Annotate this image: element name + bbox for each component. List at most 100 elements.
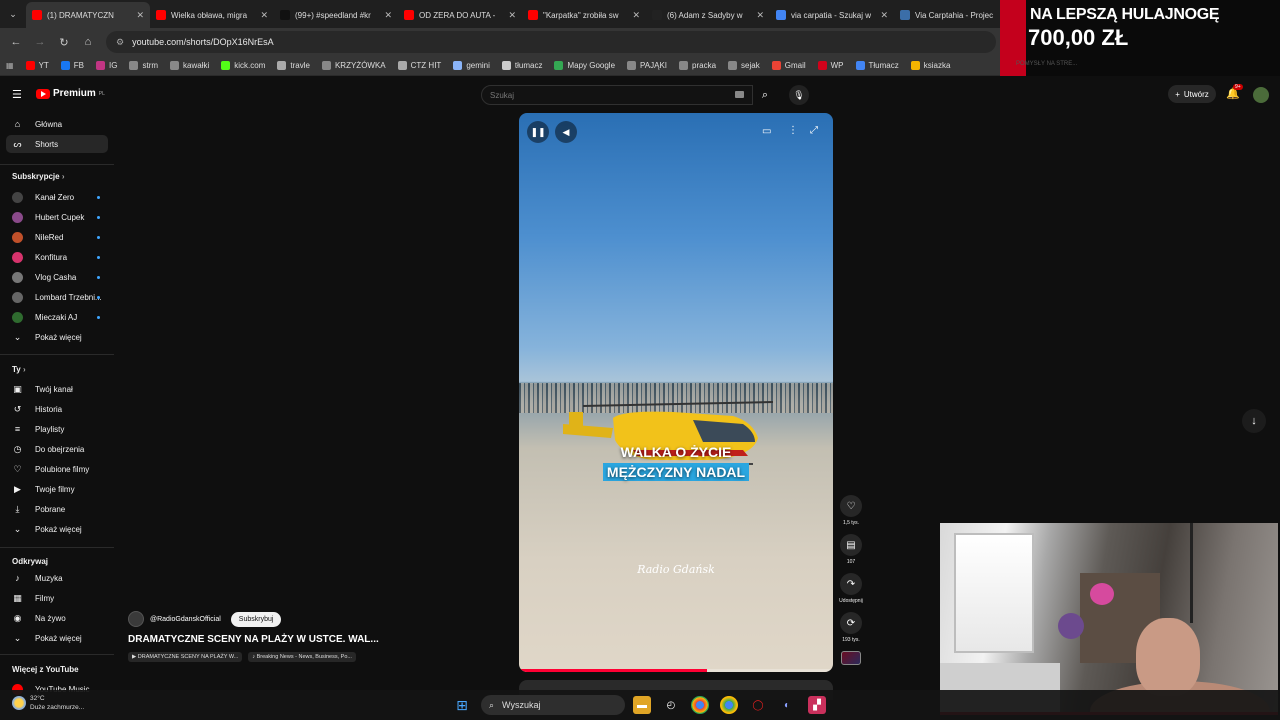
browser-tab[interactable]: via carpatia - Szukaj w ✕	[770, 2, 894, 28]
bookmark-item[interactable]: Tłumacz	[855, 61, 899, 70]
search-button[interactable]: ⌕	[753, 85, 777, 105]
bookmark-item[interactable]: PAJĄKI	[627, 61, 667, 70]
sidebar-item-home[interactable]: ⌂ Główna	[6, 115, 108, 133]
fullscreen-icon[interactable]: ⤢	[810, 125, 818, 136]
sidebar-you-item[interactable]: ⤓ Pobrane	[6, 500, 108, 518]
windows-start-icon[interactable]: ⊞	[453, 696, 471, 714]
url-input[interactable]: ⚙ youtube.com/shorts/DOpX16NrEsA	[106, 31, 996, 53]
bookmark-item[interactable]: gemini	[453, 61, 490, 70]
bookmark-item[interactable]: tłumacz	[501, 61, 542, 70]
sidebar-item-shorts[interactable]: ᔕ Shorts	[6, 135, 108, 153]
close-tab-icon[interactable]: ✕	[260, 10, 268, 21]
bookmark-item[interactable]: CTZ HIT	[397, 61, 441, 70]
sidebar-subscription[interactable]: Vlog Casha	[6, 268, 108, 286]
next-short-button[interactable]: ↓	[1242, 409, 1266, 433]
obs-app-icon[interactable]: ▞	[808, 696, 826, 714]
browser-tab[interactable]: Wielka obława, migra ✕	[150, 2, 274, 28]
sidebar-you-item[interactable]: ♡ Polubione filmy	[6, 460, 108, 478]
site-info-icon[interactable]: ⚙	[116, 37, 124, 48]
related-video-chip[interactable]: ▶ DRAMATYCZNE SCENY NA PLAŻY W...	[128, 652, 243, 662]
share-button[interactable]: ↷ Udostępnij	[836, 573, 866, 604]
bookmark-item[interactable]: IG	[96, 61, 117, 70]
sound-thumbnail-button[interactable]	[836, 651, 866, 665]
forward-icon[interactable]: →	[28, 36, 52, 48]
bookmark-item[interactable]: FB	[60, 61, 84, 70]
sidebar-subscription[interactable]: NileRed	[6, 228, 108, 246]
pause-button[interactable]: ❚❚	[527, 121, 549, 143]
browser-tab[interactable]: OD ZERA DO AUTA - ✕	[398, 2, 522, 28]
browser-tab[interactable]: (99+) #speedland #kr ✕	[274, 2, 398, 28]
browser-tab[interactable]: (1) DRAMATYCZN ✕	[26, 2, 150, 28]
back-icon[interactable]: ←	[4, 36, 28, 48]
guide-menu-icon[interactable]: ☰	[12, 88, 24, 101]
sidebar-explore-item[interactable]: ▦ Filmy	[6, 589, 108, 607]
short-video-player[interactable]: ❚❚ ◀ ▭ ⋮ ⤢ WALKA O ŻYCIE MĘŻCZYZNY NADAL…	[519, 113, 833, 672]
sidebar-you-item[interactable]: ↺ Historia	[6, 400, 108, 418]
close-tab-icon[interactable]: ✕	[880, 10, 888, 21]
sidebar-subscription[interactable]: Hubert Cupek	[6, 208, 108, 226]
tab-search-icon[interactable]: ⌄	[0, 0, 26, 28]
youtube-logo[interactable]: Premium PL	[36, 88, 105, 99]
notifications-button[interactable]: 🔔 9+	[1226, 84, 1243, 100]
bookmark-item[interactable]: pracka	[679, 61, 716, 70]
voice-search-button[interactable]: 🎙	[789, 85, 809, 105]
sidebar-explore-item[interactable]: ⌄ Pokaż więcej	[6, 629, 108, 647]
bookmark-item[interactable]: YT	[25, 61, 49, 70]
bookmark-item[interactable]: kick.com	[221, 61, 265, 70]
more-options-icon[interactable]: ⋮	[788, 125, 798, 136]
task-view-icon[interactable]: ◴	[662, 696, 680, 714]
mute-button[interactable]: ◀	[555, 121, 577, 143]
apps-icon[interactable]: ▦	[6, 61, 14, 70]
captions-icon[interactable]: ▭	[762, 126, 771, 137]
discord-icon[interactable]: ◐	[778, 696, 796, 714]
bookmark-item[interactable]: Gmail	[771, 61, 806, 70]
sidebar-subscription[interactable]: Lombard Trzebni...	[6, 288, 108, 306]
sidebar-you-item[interactable]: ≡ Playlisty	[6, 420, 108, 438]
sidebar-you-item[interactable]: ▣ Twój kanał	[6, 380, 108, 398]
bookmark-item[interactable]: ksiazka	[910, 61, 950, 70]
sidebar-subscription[interactable]: Kanał Zero	[6, 188, 108, 206]
bookmark-item[interactable]: strm	[129, 61, 158, 70]
sound-chip[interactable]: ♪ Breaking News - News, Business, Po...	[248, 652, 356, 662]
bookmark-item[interactable]: WP	[817, 61, 844, 70]
close-tab-icon[interactable]: ✕	[632, 10, 640, 21]
browser-tab[interactable]: (6) Adam z Sadyby w ✕	[646, 2, 770, 28]
chrome-icon[interactable]	[691, 696, 709, 714]
create-button[interactable]: + Utwórz	[1168, 85, 1216, 103]
reload-icon[interactable]: ↻	[52, 36, 76, 49]
opera-icon[interactable]: ◯	[749, 696, 767, 714]
sidebar-you-item[interactable]: ◷ Do obejrzenia	[6, 440, 108, 458]
home-icon[interactable]: ⌂	[76, 36, 100, 48]
sidebar-subscriptions-header[interactable]: Subskrypcje ›	[12, 172, 64, 181]
taskbar-search[interactable]: ⌕ Wyszukaj	[481, 695, 625, 715]
video-progress-bar[interactable]	[519, 669, 833, 672]
sidebar-explore-item[interactable]: ♪ Muzyka	[6, 569, 108, 587]
bookmark-item[interactable]: sejak	[728, 61, 760, 70]
avatar[interactable]	[1253, 87, 1269, 103]
sidebar-you-item[interactable]: ⌄ Pokaż więcej	[6, 520, 108, 538]
search-input[interactable]: Szukaj	[481, 85, 753, 105]
keyboard-icon[interactable]	[735, 91, 744, 98]
sidebar-explore-item[interactable]: ◉ Na żywo	[6, 609, 108, 627]
sidebar-you-item[interactable]: ▶ Twoje filmy	[6, 480, 108, 498]
like-button[interactable]: ♡ 1,5 tys.	[836, 495, 866, 526]
bookmark-item[interactable]: KRZYŻÓWKA	[321, 61, 386, 70]
bookmark-item[interactable]: travle	[277, 61, 310, 70]
close-tab-icon[interactable]: ✕	[384, 10, 392, 21]
close-tab-icon[interactable]: ✕	[508, 10, 516, 21]
subscribe-button[interactable]: Subskrybuj	[230, 611, 282, 627]
remix-button[interactable]: ⟳ 193 tys.	[836, 612, 866, 643]
short-title[interactable]: DRAMATYCZNE SCENY NA PLAŻY W USTCE. WAL.…	[128, 634, 379, 645]
sidebar-you-header[interactable]: Ty ›	[12, 365, 26, 374]
close-tab-icon[interactable]: ✕	[756, 10, 764, 21]
browser-tab[interactable]: "Karpatka" zrobiła sw ✕	[522, 2, 646, 28]
bookmark-item[interactable]: Mapy Google	[554, 61, 615, 70]
sidebar-subscription[interactable]: Konfitura	[6, 248, 108, 266]
show-more-subscriptions[interactable]: ⌄ Pokaż więcej	[6, 328, 108, 346]
close-tab-icon[interactable]: ✕	[136, 10, 144, 21]
file-explorer-icon[interactable]: ▬	[633, 696, 651, 714]
channel-name[interactable]: @RadioGdanskOfficial	[150, 616, 221, 623]
comments-button[interactable]: ▤ 107	[836, 534, 866, 565]
weather-widget[interactable]: 32°C Duże zachmurze...	[12, 694, 84, 712]
channel-avatar[interactable]	[128, 611, 144, 627]
